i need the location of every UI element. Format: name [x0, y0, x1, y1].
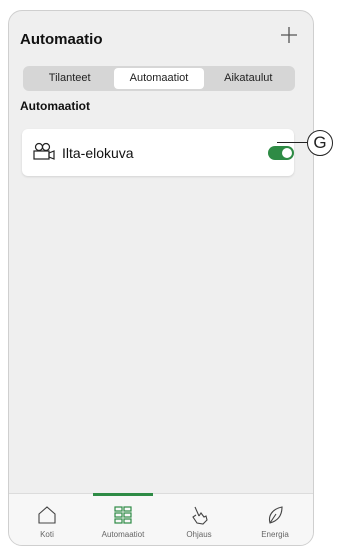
page-title: Automaatio: [20, 31, 103, 48]
nav-item-koti[interactable]: Koti: [9, 494, 85, 545]
nav-item-ohjaus[interactable]: Ohjaus: [161, 494, 237, 545]
leaf-icon: [268, 506, 283, 524]
nav-label-automaatiot: Automaatiot: [101, 530, 145, 539]
segmented-tabs: Tilanteet Automaatiot Aikataulut: [23, 66, 295, 91]
bottom-navigation: Koti Automaatiot Ohjaus Energia: [9, 493, 313, 545]
automation-toggle[interactable]: [268, 146, 294, 160]
callout-line: [277, 142, 307, 143]
toggle-knob: [282, 148, 292, 158]
plus-icon[interactable]: [279, 25, 299, 45]
automation-name: Ilta-elokuva: [62, 145, 134, 161]
movie-camera-icon: [33, 142, 55, 160]
nav-label-energia: Energia: [261, 530, 289, 539]
grid-icon: [114, 506, 132, 524]
nav-item-energia[interactable]: Energia: [237, 494, 313, 545]
home-icon: [38, 506, 56, 524]
tab-tilanteet[interactable]: Tilanteet: [25, 68, 114, 89]
section-title: Automaatiot: [20, 99, 90, 113]
nav-item-automaatiot[interactable]: Automaatiot: [85, 493, 161, 545]
hand-icon: [192, 506, 208, 525]
phone-screen: Automaatio Tilanteet Automaatiot Aikatau…: [8, 10, 314, 546]
tab-automaatiot[interactable]: Automaatiot: [114, 68, 204, 89]
nav-label-koti: Koti: [40, 530, 54, 539]
nav-label-ohjaus: Ohjaus: [186, 530, 212, 539]
automation-card[interactable]: Ilta-elokuva: [22, 129, 294, 176]
tab-aikataulut[interactable]: Aikataulut: [204, 68, 293, 89]
header: Automaatio: [9, 11, 313, 67]
callout-marker: G: [307, 130, 333, 156]
